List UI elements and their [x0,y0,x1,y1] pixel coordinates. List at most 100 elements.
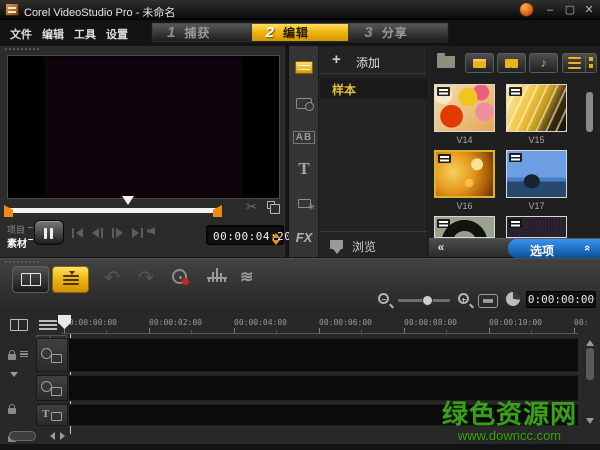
gallery-scrollbar[interactable] [586,92,593,132]
clip-mode-label[interactable]: 素材 [7,235,27,250]
record-capture-icon[interactable] [172,269,189,285]
undo-button[interactable]: ↶ [104,267,120,290]
previous-frame-button[interactable] [90,226,107,240]
minimize-button[interactable]: – [542,3,558,17]
mode-dash [28,227,33,228]
chevron-down-icon[interactable] [10,372,18,381]
folder-icon[interactable] [437,53,455,68]
timeline-vscrollbar[interactable] [584,336,597,428]
next-frame-button[interactable] [110,226,127,240]
tab-edit[interactable]: 2 编辑 [251,24,349,41]
ruler-label: 00:00:10:00 [489,318,542,327]
browse-row[interactable]: 浏览 [320,231,427,257]
scroll-up-icon[interactable] [586,336,594,346]
thumbnail-v14[interactable] [434,84,495,132]
duration-clock-icon[interactable] [506,292,520,306]
category-title[interactable]: T [289,156,319,182]
thumbnail-partial[interactable] [506,216,567,238]
menu-settings[interactable]: 设置 [106,26,128,42]
list-view-button[interactable] [562,53,586,73]
timeline-hscroll-handle[interactable] [9,431,36,441]
home-button[interactable] [70,226,87,240]
preview-timecode-box[interactable]: 00:00:04:20 [206,225,291,245]
watermark-url: www.downcc.com [457,428,562,443]
scrub-bar[interactable] [9,208,217,213]
zoom-slider-knob[interactable] [422,295,433,306]
sound-mixer-icon[interactable] [207,268,227,284]
category-media[interactable] [289,54,319,80]
end-button[interactable] [130,226,147,240]
timeline-view-button[interactable] [52,266,89,293]
menu-file[interactable]: 文件 [10,26,32,42]
maximize-button[interactable]: ▢ [562,3,578,17]
timeline-timecode[interactable]: 0:00:00:00 [526,291,596,308]
list-icon [38,319,57,331]
split-clip-icon[interactable]: ✂ [246,199,257,215]
trim-start-handle[interactable] [4,205,13,217]
step-tabs: 1 捕获 2 编辑 3 分享 [151,22,449,43]
options-button[interactable]: 选项 « [508,239,600,258]
filter-photo-button[interactable] [497,53,526,73]
zoom-out-icon[interactable] [378,293,389,304]
ruler-label: 00: [574,318,589,327]
film-strip-icon [9,318,28,331]
filter-video-button[interactable] [465,53,494,73]
track-list-button[interactable] [34,316,61,333]
tab-share[interactable]: 3 分享 [350,24,448,41]
category-instant-project[interactable] [289,90,319,116]
enlarge-preview-icon[interactable] [267,201,280,214]
auto-music-icon[interactable]: ≋ [240,267,253,287]
title-track-header[interactable]: T [36,404,68,426]
menu-bar: 文件 编辑 工具 设置 1 捕获 2 编辑 3 分享 [0,20,600,45]
category-transition[interactable]: AB [289,124,319,150]
redo-button[interactable]: ↷ [138,267,154,290]
title-track-icon: T [41,408,63,422]
lock-icon[interactable] [8,350,16,360]
play-pause-button[interactable] [34,220,64,245]
category-filter[interactable]: FX [289,224,319,250]
ruler-label: 00:00:00:00 [64,318,117,327]
thumbnail-v15[interactable] [506,84,567,132]
timecode-spinner[interactable] [272,229,280,249]
ruler-label: 00:00:04:00 [234,318,287,327]
panel-grip [5,261,39,263]
zoom-in-icon[interactable] [458,293,469,304]
tab-edit-label: 编辑 [283,26,310,40]
folder-item-label: 样本 [332,83,357,97]
fit-timeline-icon[interactable] [478,294,498,308]
video-track-lane[interactable] [69,338,578,372]
title-t-icon: T [298,159,310,178]
scroll-left-icon[interactable] [46,432,55,440]
timeline-ruler[interactable]: 00:00:00:00 00:00:02:00 00:00:04:00 00:0… [62,315,588,334]
lock-icon[interactable] [8,404,16,414]
menu-edit[interactable]: 编辑 [42,26,64,42]
tab-capture[interactable]: 1 捕获 [153,24,250,41]
thumbnail-partial[interactable] [434,216,495,238]
category-graphic[interactable] [289,190,319,216]
track-film-button[interactable] [5,316,32,333]
track-list-icon [20,351,28,358]
overlay-track-lane[interactable] [69,375,578,401]
trim-end-handle[interactable] [213,205,222,217]
overlay-track-header[interactable] [36,375,68,401]
collapse-panel-button[interactable]: « [432,240,450,256]
timeline-zoom-slider[interactable] [398,295,450,306]
add-folder-row[interactable]: + 添加 [320,46,427,74]
volume-icon[interactable] [147,227,155,235]
thumbnail-v17[interactable] [506,150,567,198]
close-button[interactable]: ✕ [581,3,597,17]
scroll-right-icon[interactable] [60,432,69,440]
instant-project-icon [296,97,314,111]
preview-playhead[interactable] [122,196,134,211]
filter-audio-button[interactable]: ♪ [529,53,558,73]
library-category-strip: AB T FX [289,46,319,257]
sort-view-button[interactable] [586,53,597,73]
vscroll-thumb[interactable] [586,348,594,380]
thumbnail-label: V17 [528,201,545,211]
video-track-header[interactable] [36,338,68,372]
scroll-down-icon[interactable] [586,418,594,428]
menu-tools[interactable]: 工具 [74,26,96,42]
thumbnail-v16-selected[interactable] [434,150,495,198]
folder-item-sample[interactable]: 样本 [320,78,427,98]
storyboard-view-button[interactable] [12,266,49,293]
